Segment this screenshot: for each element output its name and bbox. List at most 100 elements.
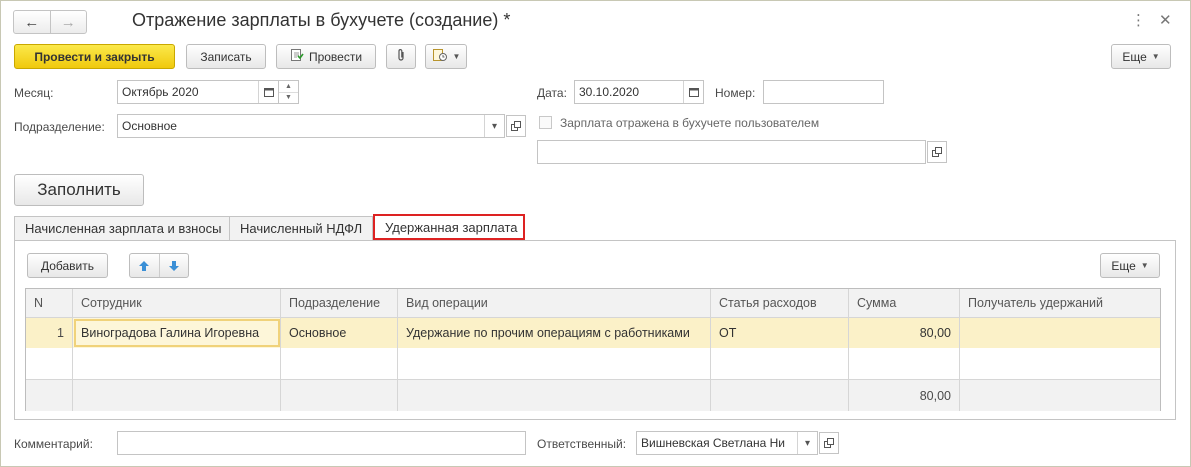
responsible-field[interactable]: Вишневская Светлана Ни ▾	[636, 431, 818, 455]
footer-cell	[960, 380, 1160, 411]
empty-cell	[73, 348, 281, 379]
date-value: 30.10.2020	[579, 85, 640, 99]
chevron-up-icon[interactable]: ▲	[279, 81, 298, 92]
empty-row	[26, 348, 1160, 379]
empty-cell	[281, 348, 398, 379]
chevron-down-icon: ▼	[1140, 261, 1149, 270]
empty-cell	[398, 348, 711, 379]
comment-label: Комментарий:	[14, 437, 93, 451]
document-clock-icon	[432, 48, 448, 65]
chevron-down-icon[interactable]: ▼	[279, 91, 298, 104]
comment-field[interactable]	[117, 431, 526, 455]
post-and-close-button[interactable]: Провести и закрыть	[14, 44, 175, 69]
column-header[interactable]: Получатель удержаний	[960, 289, 1160, 317]
month-field[interactable]: Октябрь 2020	[117, 80, 279, 104]
table-header: N Сотрудник Подразделение Вид операции С…	[26, 289, 1160, 318]
chevron-down-icon[interactable]: ▾	[797, 432, 817, 454]
more-menu-icon[interactable]: ⋮	[1131, 11, 1146, 29]
open-icon[interactable]	[927, 141, 947, 163]
save-label: Записать	[200, 49, 252, 64]
department-value: Основное	[122, 119, 177, 133]
reflected-checkbox[interactable]	[539, 116, 552, 129]
chevron-down-icon: ▼	[1151, 52, 1160, 61]
tab-label: Начисленная зарплата и взносы	[25, 221, 222, 236]
reflected-user-field[interactable]	[537, 140, 926, 164]
document-window: ← → Отражение зарплаты в бухучете (созда…	[0, 0, 1191, 467]
footer-cell	[26, 380, 73, 411]
responsible-label: Ответственный:	[537, 437, 627, 451]
footer-cell	[281, 380, 398, 411]
calendar-icon[interactable]	[683, 81, 703, 103]
arrow-up-icon[interactable]	[130, 254, 160, 277]
month-label: Месяц:	[14, 86, 54, 100]
more-button[interactable]: Еще ▼	[1111, 44, 1171, 69]
open-icon[interactable]	[819, 432, 839, 454]
add-label: Добавить	[40, 258, 95, 273]
post-button[interactable]: Провести	[276, 44, 376, 69]
attach-button[interactable]	[386, 44, 416, 69]
row-number: 1	[26, 318, 73, 348]
chevron-down-icon: ▼	[452, 52, 461, 61]
column-header[interactable]: Вид операции	[398, 289, 711, 317]
table-row[interactable]: 1 Виноградова Галина Игоревна Основное У…	[26, 318, 1160, 348]
amount-total: 80,00	[849, 380, 960, 411]
add-button[interactable]: Добавить	[27, 253, 108, 278]
footer-cell	[398, 380, 711, 411]
post-document-icon	[290, 48, 304, 65]
fill-button[interactable]: Заполнить	[14, 174, 144, 206]
date-label: Дата:	[537, 86, 567, 100]
close-icon[interactable]: ✕	[1159, 11, 1172, 29]
month-value: Октябрь 2020	[122, 85, 199, 99]
month-stepper[interactable]: ▲ ▼	[279, 80, 299, 104]
tab-withheld-salary[interactable]: Удержанная зарплата	[373, 214, 525, 240]
footer-cell	[711, 380, 849, 411]
tab-label: Начисленный НДФЛ	[240, 221, 363, 236]
responsible-value: Вишневская Светлана Ни	[641, 436, 785, 450]
date-field[interactable]: 30.10.2020	[574, 80, 704, 104]
grid-more-button[interactable]: Еще ▼	[1100, 253, 1160, 278]
operation-type-cell[interactable]: Удержание по прочим операциям с работник…	[398, 318, 711, 348]
tab-accrued-salary[interactable]: Начисленная зарплата и взносы	[14, 216, 230, 241]
chevron-down-icon[interactable]: ▾	[484, 115, 504, 137]
arrow-down-icon[interactable]	[160, 254, 189, 277]
empty-cell	[960, 348, 1160, 379]
number-label: Номер:	[715, 86, 756, 100]
empty-cell	[711, 348, 849, 379]
more-label: Еще	[1122, 49, 1147, 64]
reflected-label: Зарплата отражена в бухучете пользовател…	[560, 116, 820, 130]
navigation-buttons: ← →	[13, 10, 87, 34]
table-footer: 80,00	[26, 379, 1160, 411]
number-field[interactable]	[763, 80, 884, 104]
empty-cell	[849, 348, 960, 379]
page-title: Отражение зарплаты в бухучете (создание)…	[132, 10, 511, 30]
move-buttons	[129, 253, 189, 278]
withholdings-table[interactable]: N Сотрудник Подразделение Вид операции С…	[25, 288, 1161, 411]
forward-icon[interactable]: →	[49, 11, 87, 33]
tab-accrued-ndfl[interactable]: Начисленный НДФЛ	[229, 216, 373, 241]
create-based-on-button[interactable]: ▼	[425, 44, 467, 69]
empty-cell	[26, 348, 73, 379]
grid-more-label: Еще	[1111, 258, 1136, 273]
expense-item-cell[interactable]: ОТ	[711, 318, 849, 348]
save-button[interactable]: Записать	[186, 44, 266, 69]
department-cell[interactable]: Основное	[281, 318, 398, 348]
department-label: Подразделение:	[14, 120, 105, 134]
column-header[interactable]: Статья расходов	[711, 289, 849, 317]
amount-cell[interactable]: 80,00	[849, 318, 960, 348]
open-icon[interactable]	[506, 115, 526, 137]
paperclip-icon	[395, 48, 407, 65]
column-header[interactable]: N	[26, 289, 73, 317]
column-header[interactable]: Сотрудник	[73, 289, 281, 317]
fill-label: Заполнить	[37, 180, 121, 199]
column-header[interactable]: Подразделение	[281, 289, 398, 317]
post-and-close-label: Провести и закрыть	[34, 49, 155, 64]
calendar-icon[interactable]	[258, 81, 278, 103]
tab-label: Удержанная зарплата	[385, 219, 518, 235]
department-field[interactable]: Основное ▾	[117, 114, 505, 138]
recipient-cell[interactable]	[960, 318, 1160, 348]
back-icon[interactable]: ←	[14, 11, 50, 33]
footer-cell	[73, 380, 281, 411]
column-header[interactable]: Сумма	[849, 289, 960, 317]
employee-cell[interactable]: Виноградова Галина Игоревна	[73, 318, 281, 348]
post-label: Провести	[308, 49, 363, 64]
